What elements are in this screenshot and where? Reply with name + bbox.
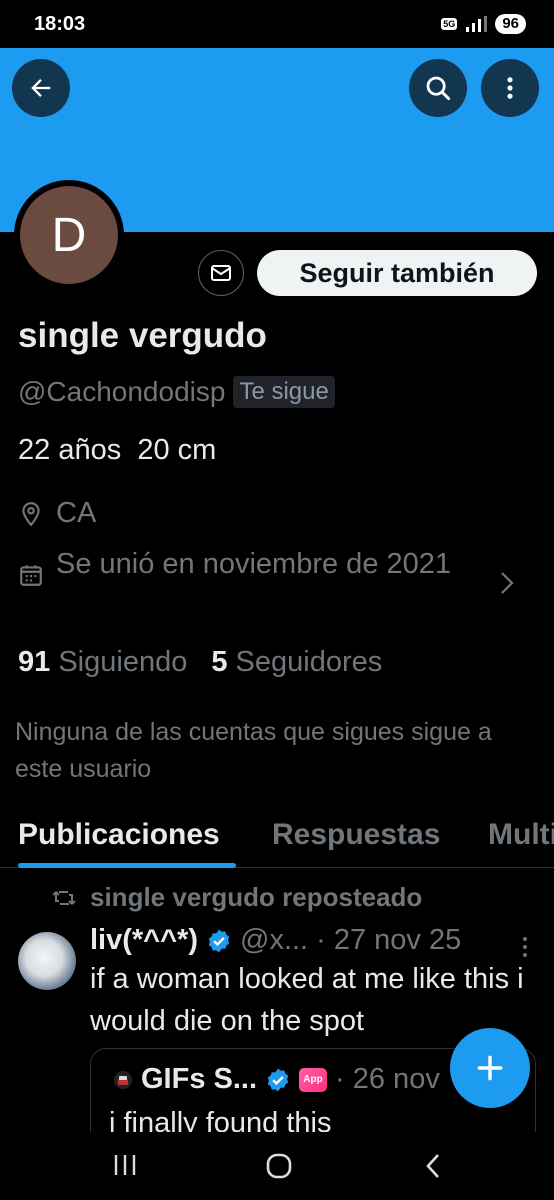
signal-icon	[466, 16, 488, 32]
tab-posts[interactable]: Publicaciones	[18, 818, 220, 852]
compose-button[interactable]	[450, 1028, 530, 1108]
home-icon[interactable]	[265, 1152, 293, 1180]
post-date: · 27 nov 25	[316, 924, 462, 956]
post-text: if a woman looked at me like this i woul…	[90, 963, 524, 1037]
post-author-avatar[interactable]	[18, 932, 76, 990]
post-author-handle: @x...	[240, 924, 309, 956]
active-tab-indicator	[18, 863, 236, 868]
battery-icon: 96	[495, 14, 526, 34]
quoted-post-header: GIFs S... App · 26 nov	[113, 1063, 440, 1096]
following-stat[interactable]: 91 Siguiendo	[18, 646, 187, 679]
follows-you-badge: Te sigue	[233, 376, 335, 408]
network-icon: 5G	[441, 18, 458, 30]
profile-bio: 22 años 20 cm	[18, 434, 217, 466]
profile-name: single vergudo	[18, 316, 267, 355]
follow-back-button[interactable]: Seguir también	[257, 250, 537, 296]
followers-stat[interactable]: 5 Seguidores	[211, 646, 382, 679]
repost-label: single vergudo reposteado	[90, 882, 423, 912]
following-label: Siguiendo	[58, 646, 188, 678]
location-row: CA	[18, 492, 96, 534]
avatar: D	[20, 186, 118, 284]
status-icons: 5G 96	[441, 14, 526, 34]
profile-joined-date: Se unió en noviembre de 2021	[56, 548, 452, 580]
joined-row[interactable]: Se unió en noviembre de 2021	[18, 543, 476, 588]
quoted-verified-badge-icon	[267, 1068, 289, 1091]
location-pin-icon	[22, 502, 40, 527]
mutual-followers-note: Ninguna de las cuentas que sigues sigue …	[15, 718, 492, 783]
quoted-author-avatar-icon	[114, 1070, 132, 1089]
search-button[interactable]	[409, 59, 467, 117]
status-time: 18:03	[34, 12, 86, 35]
profile-location: CA	[56, 497, 97, 529]
follow-stats: 91 Siguiendo 5 Seguidores	[18, 646, 382, 679]
quoted-post-date: · 26 nov	[335, 1063, 440, 1095]
calendar-icon	[20, 565, 42, 586]
handle-row: @Cachondodisp Te sigue	[18, 376, 335, 408]
followers-count: 5	[211, 646, 228, 678]
arrow-left-icon	[31, 79, 51, 97]
tab-media[interactable]: Multi	[488, 818, 554, 852]
tab-replies[interactable]: Respuestas	[272, 818, 440, 852]
profile-tabs: Publicaciones Respuestas Multi	[0, 808, 554, 868]
status-bar: 18:03 5G 96	[0, 0, 554, 48]
message-button[interactable]	[198, 250, 244, 296]
followers-label: Seguidores	[235, 646, 383, 678]
quoted-author-name: GIFs S...	[141, 1063, 258, 1095]
repost-indicator: single vergudo reposteado	[52, 882, 422, 913]
plus-icon	[477, 1055, 503, 1081]
post-more-icon[interactable]	[516, 934, 534, 960]
chevron-right-icon[interactable]	[495, 569, 519, 597]
recent-apps-icon[interactable]	[112, 1152, 138, 1178]
following-count: 91	[18, 646, 51, 678]
mail-icon	[211, 265, 231, 281]
search-icon	[426, 76, 451, 101]
back-nav-icon[interactable]	[420, 1152, 448, 1180]
profile-handle: @Cachondodisp	[18, 376, 226, 407]
more-vertical-icon	[507, 77, 513, 99]
app-badge-icon: App	[299, 1067, 328, 1092]
verified-badge-icon	[208, 929, 230, 952]
more-options-button[interactable]	[481, 59, 539, 117]
back-button[interactable]	[12, 59, 70, 117]
repost-icon	[52, 890, 76, 905]
avatar-ring[interactable]: D	[14, 180, 124, 290]
system-nav-bar	[0, 1132, 554, 1200]
post-header: liv(*^^*) @x... · 27 nov 25	[90, 924, 461, 957]
post-author-name[interactable]: liv(*^^*)	[90, 924, 198, 957]
